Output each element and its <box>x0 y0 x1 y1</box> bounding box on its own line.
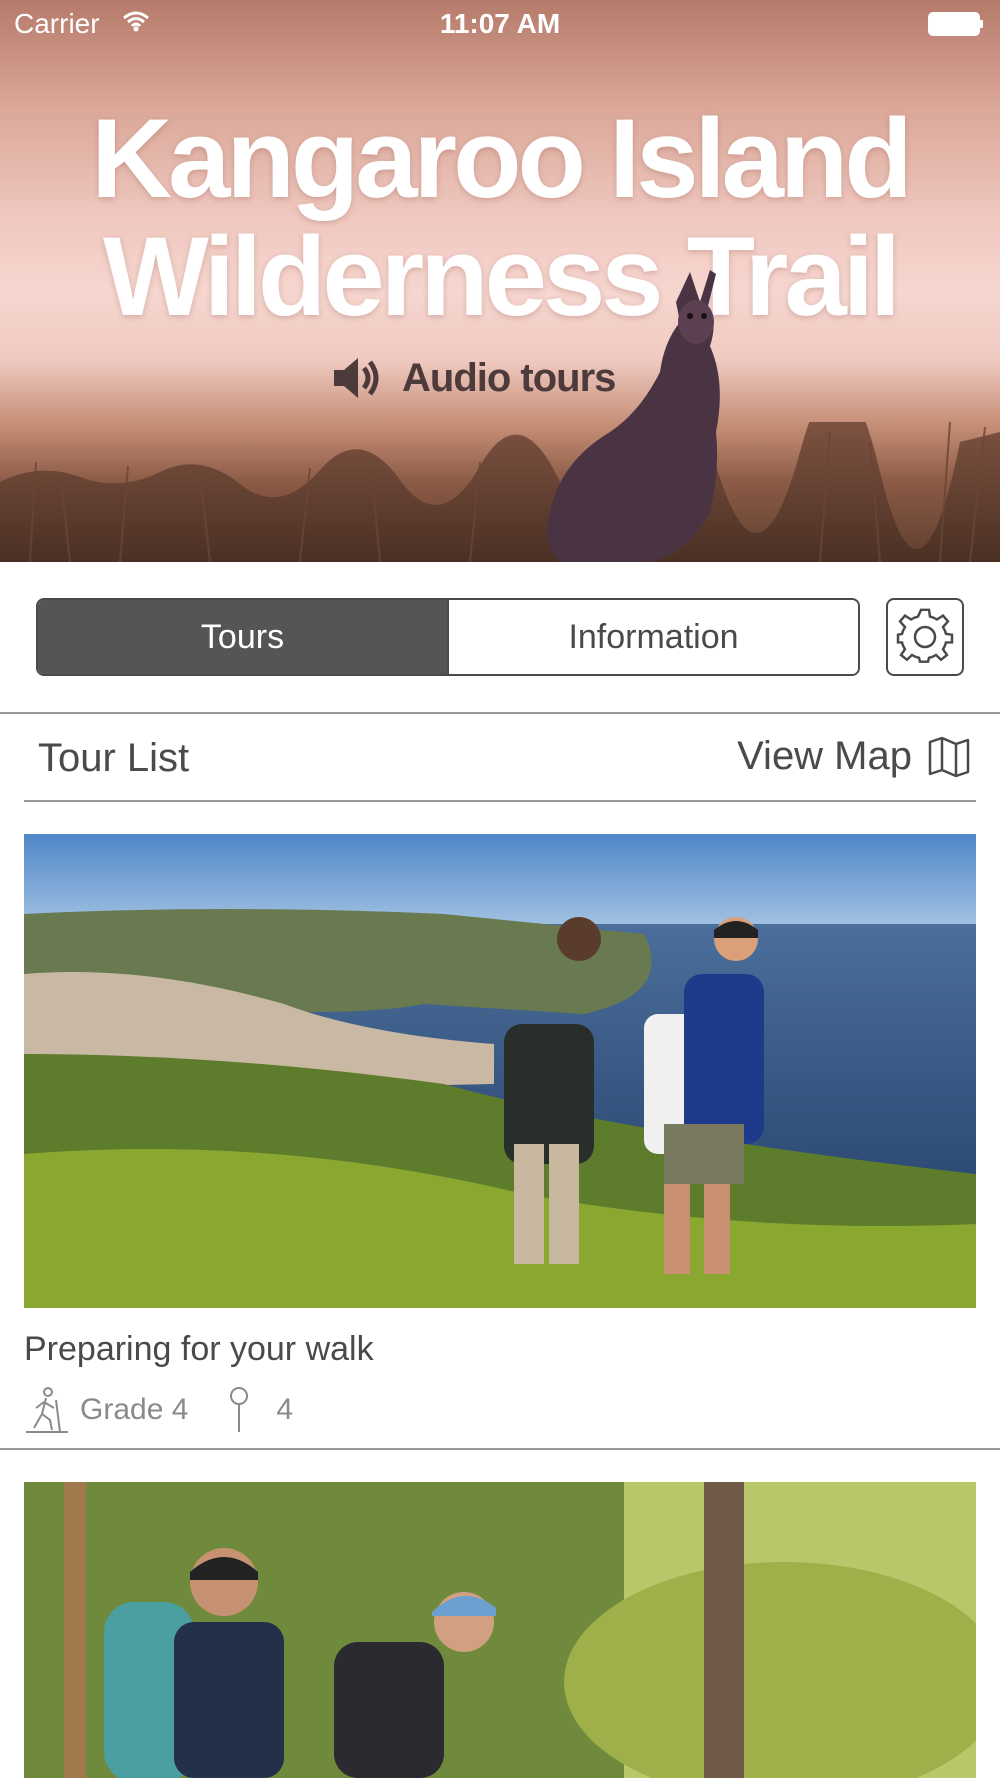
tour-list-header: Tour List View Map <box>24 716 976 802</box>
hero-title-line1: Kangaroo Island <box>91 96 912 221</box>
hikers-coast-photo <box>24 834 976 1308</box>
tour-meta: Grade 4 4 <box>24 1386 293 1434</box>
tour-divider <box>0 1448 1000 1450</box>
settings-button[interactable] <box>886 598 964 676</box>
view-map-button[interactable]: View Map <box>737 734 970 779</box>
hiker-icon <box>26 1387 68 1433</box>
hero-banner: Carrier 11:07 AM Kangaroo Island Wildern… <box>0 0 1000 562</box>
hero-title-line2: Wilderness Trail <box>103 214 901 339</box>
tour-grade: Grade 4 <box>80 1393 189 1426</box>
section-divider <box>0 712 1000 714</box>
speaker-icon <box>334 358 379 398</box>
hero-title: Kangaroo Island Wilderness Trail <box>0 100 1000 336</box>
grass-decoration <box>0 422 1000 562</box>
gear-icon <box>896 608 954 663</box>
hikers-forest-photo <box>24 1482 976 1778</box>
pin-icon <box>230 1387 249 1432</box>
status-time: 11:07 AM <box>439 8 561 39</box>
battery-icon <box>928 12 983 36</box>
kangaroo-illustration <box>546 270 720 562</box>
view-map-label: View Map <box>737 734 912 778</box>
tour-stops: 4 <box>276 1393 294 1426</box>
status-bar: Carrier 11:07 AM <box>0 0 1000 50</box>
map-icon <box>928 736 970 777</box>
tour-image[interactable] <box>24 834 976 1308</box>
tab-information[interactable]: Information <box>447 600 858 674</box>
tour-image[interactable] <box>24 1482 976 1778</box>
tour-list-title: Tour List <box>38 736 190 780</box>
tab-tours[interactable]: Tours <box>38 600 447 674</box>
tour-info-segmented-control: Tours Information <box>36 598 860 676</box>
tour-title[interactable]: Preparing for your walk <box>24 1330 374 1369</box>
